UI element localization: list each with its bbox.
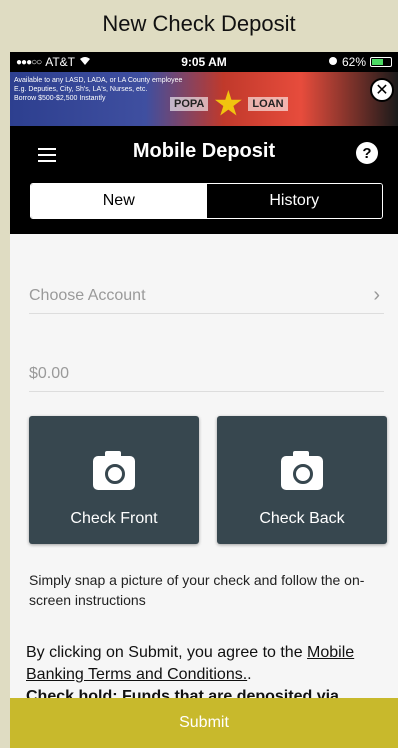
ad-close-icon[interactable]: ✕ [370,78,394,102]
page-title: Mobile Deposit [132,140,276,162]
tab-history[interactable]: History [206,184,382,218]
screen-caption: New Check Deposit [0,0,398,48]
carrier-label: AT&T [45,55,75,69]
check-front-label: Check Front [70,510,158,527]
ad-banner[interactable]: Available to any LASD, LADA, or LA Count… [10,72,398,126]
battery-percent: 62% [341,55,366,69]
camera-icon [281,451,323,490]
alarm-icon [328,55,338,69]
help-icon[interactable]: ? [356,142,378,164]
amount-placeholder: $0.00 [29,364,70,382]
battery-icon [370,57,392,67]
check-back-button[interactable]: Check Back [217,416,387,544]
status-bar: ●●●○○ AT&T 9:05 AM 62% [10,52,398,72]
check-back-label: Check Back [259,510,345,527]
wifi-icon [79,55,91,69]
terms-text: By clicking on Submit, you agree to the … [26,644,355,683]
choose-account-select[interactable]: Choose Account › [29,278,384,314]
phone-screen: ●●●○○ AT&T 9:05 AM 62% Available to any … [10,52,398,748]
camera-icon [93,451,135,490]
deposit-instructions: Simply snap a picture of your check and … [29,572,365,608]
badge-star-icon [214,90,242,116]
status-time: 9:05 AM [181,55,227,69]
ad-text: Available to any LASD, LADA, or LA Count… [14,77,183,102]
chevron-right-icon: › [373,284,380,306]
ad-logo: POPA LOAN [170,90,288,118]
choose-account-placeholder: Choose Account [29,286,146,304]
amount-input[interactable]: $0.00 [29,356,384,392]
app-header: Mobile Deposit ? New History [10,126,398,234]
signal-icon: ●●●○○ [16,56,42,68]
tab-new[interactable]: New [31,184,207,218]
check-front-button[interactable]: Check Front [29,416,199,544]
deposit-tabs: New History [30,183,383,219]
check-hold-text: Check hold: Funds that are deposited via [26,688,339,698]
submit-button[interactable]: Submit [10,698,398,748]
